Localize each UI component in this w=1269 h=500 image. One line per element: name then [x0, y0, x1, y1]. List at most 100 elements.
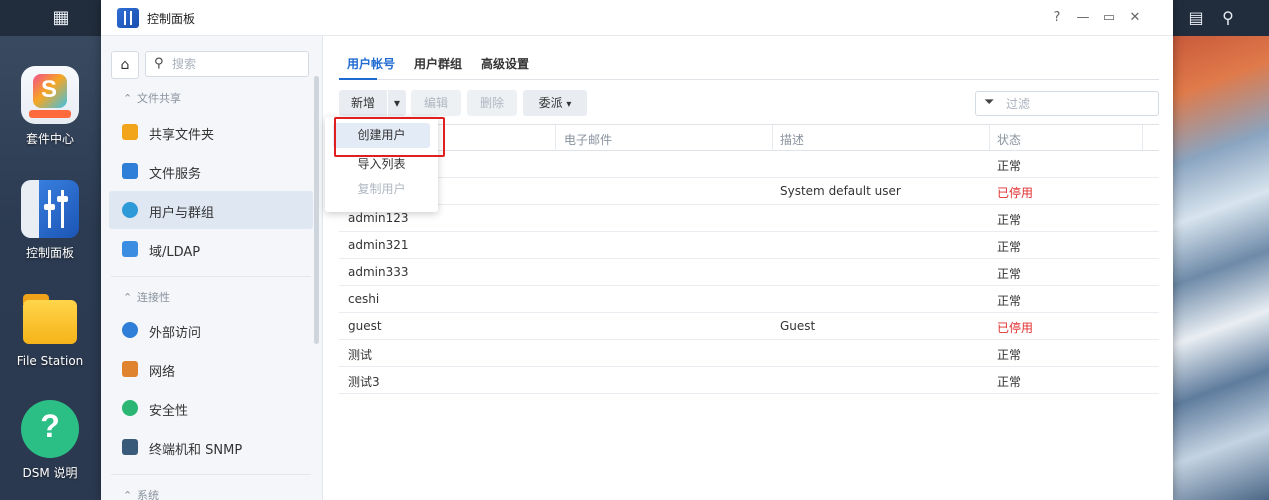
sidebar-item-security[interactable]: 安全性 [109, 389, 313, 427]
filter-field[interactable]: ⏷ [975, 91, 1159, 116]
delegate-button[interactable]: 委派 ▾ [523, 90, 587, 116]
table-row[interactable]: guest Guest 已停用 [339, 313, 1159, 340]
status-text: 已停用 [997, 186, 1034, 200]
window-titlebar[interactable]: 控制面板 ? — ▭ ✕ [101, 0, 1173, 36]
table-row[interactable]: admin333 正常 [339, 259, 1159, 286]
status-text: 正常 [997, 213, 1022, 227]
column-header-description[interactable]: 描述 [780, 131, 804, 148]
desktop-icon-label: 控制面板 [25, 246, 74, 260]
file-services-icon [122, 163, 138, 179]
security-shield-icon [122, 400, 138, 416]
user-table: 名称 电子邮件 描述 状态 正常 System default user 已停用 [339, 124, 1159, 394]
terminal-snmp-icon [122, 439, 138, 455]
table-row[interactable]: admin321 正常 [339, 232, 1159, 259]
desktop-icon-label: File Station [16, 354, 84, 368]
table-row[interactable]: 测试3 正常 [339, 367, 1159, 394]
sidebar-item-domain-ldap[interactable]: 域/LDAP [109, 230, 313, 268]
divider [111, 474, 311, 475]
menu-item-copy-user: 复制用户 [357, 182, 406, 196]
apps-grid-icon[interactable]: ▦ [48, 6, 74, 30]
table-row[interactable]: System default user 已停用 [339, 178, 1159, 205]
table-row[interactable]: 正常 [339, 151, 1159, 178]
table-row[interactable]: admin123 正常 [339, 205, 1159, 232]
desktop-icon-help[interactable]: ? DSM 说明 [0, 400, 100, 481]
filter-icon: ⏷ [984, 95, 995, 110]
section-header-connectivity[interactable]: ⌃ 连接性 [123, 289, 170, 305]
column-divider [989, 125, 990, 151]
status-text: 正常 [997, 240, 1022, 254]
status-text: 正常 [997, 294, 1022, 308]
column-divider [772, 125, 773, 151]
shared-folder-icon [122, 124, 138, 140]
help-button[interactable]: ? [1047, 8, 1067, 28]
help-icon: ? [21, 400, 79, 458]
section-header-system[interactable]: ⌃ 系统 [123, 487, 159, 500]
sidebar: ⌂ ⚲ ⌃文件共享 共享文件夹 文件服务 用户与群组 域/LDAP ⌃连接性 [101, 36, 323, 500]
column-divider [1142, 125, 1143, 151]
edit-button[interactable]: 编辑 [411, 90, 461, 116]
sidebar-item-label: 文件服务 [149, 167, 202, 182]
close-button[interactable]: ✕ [1125, 8, 1145, 28]
sidebar-scrollbar[interactable] [314, 76, 319, 344]
status-text: 正常 [997, 375, 1022, 389]
sidebar-item-label: 共享文件夹 [149, 128, 215, 143]
search-field[interactable]: ⚲ [145, 51, 309, 77]
create-button[interactable]: 新增 [339, 90, 387, 116]
tab-user-groups[interactable]: 用户群组 [414, 55, 462, 72]
desktop-icon-label: 套件中心 [25, 132, 74, 146]
desktop-icon-control-panel[interactable]: 控制面板 [0, 180, 100, 261]
sidebar-item-label: 用户与群组 [149, 206, 215, 221]
section-header-file-sharing[interactable]: ⌃ 文件共享 [123, 90, 181, 106]
desktop-icon-file-station[interactable]: File Station [0, 290, 100, 368]
status-text: 正常 [997, 348, 1022, 362]
annotation-highlight-box [334, 117, 445, 157]
chevron-up-icon: ⌃ [123, 489, 133, 500]
create-dropdown-button[interactable]: ▾ [388, 90, 406, 116]
status-text: 正常 [997, 267, 1022, 281]
delegate-button-label: 委派 [538, 96, 563, 110]
sidebar-item-label: 域/LDAP [149, 245, 201, 260]
control-panel-window: 控制面板 ? — ▭ ✕ ⌂ ⚲ ⌃文件共享 共享文件夹 文件服务 用户与群组 … [101, 0, 1173, 500]
package-center-icon: S [21, 66, 79, 124]
desktop-wallpaper [1173, 36, 1269, 500]
column-divider [555, 125, 556, 151]
chevron-down-icon: ▾ [566, 99, 572, 110]
chevron-down-icon: ▾ [393, 96, 401, 110]
search-icon[interactable]: ⚲ [1216, 6, 1240, 30]
sidebar-item-label: 终端机和 SNMP [149, 443, 243, 458]
filter-input[interactable] [1006, 96, 1146, 112]
main-panel: 用户帐号 用户群组 高级设置 新增 ▾ 编辑 删除 委派 ▾ ⏷ 名称 电子邮件… [323, 36, 1173, 500]
external-access-icon [122, 322, 138, 338]
widgets-icon[interactable]: ▤ [1184, 6, 1208, 30]
system-tray: ▤ ⚲ [1178, 0, 1269, 36]
home-icon[interactable]: ⌂ [111, 51, 139, 79]
tab-divider [339, 79, 1159, 80]
sidebar-item-terminal-snmp[interactable]: 终端机和 SNMP [109, 428, 313, 466]
desktop-icon-package-center[interactable]: S 套件中心 [0, 66, 100, 147]
network-icon [122, 361, 138, 377]
delete-button[interactable]: 删除 [467, 90, 517, 116]
sidebar-item-file-services[interactable]: 文件服务 [109, 152, 313, 190]
divider [111, 276, 311, 277]
table-row[interactable]: 测试 正常 [339, 340, 1159, 367]
sidebar-item-network[interactable]: 网络 [109, 350, 313, 388]
control-panel-icon [117, 8, 139, 28]
chevron-up-icon: ⌃ [123, 92, 133, 105]
column-header-status[interactable]: 状态 [997, 131, 1021, 148]
tab-advanced[interactable]: 高级设置 [481, 55, 529, 72]
table-row[interactable]: ceshi 正常 [339, 286, 1159, 313]
column-header-email[interactable]: 电子邮件 [564, 131, 612, 148]
search-input[interactable] [172, 56, 302, 72]
window-title: 控制面板 [147, 12, 196, 26]
folder-icon [21, 290, 79, 348]
chevron-up-icon: ⌃ [123, 291, 133, 304]
maximize-button[interactable]: ▭ [1099, 8, 1119, 28]
table-header: 名称 电子邮件 描述 状态 [339, 124, 1159, 151]
tab-user-accounts[interactable]: 用户帐号 [347, 55, 395, 72]
sidebar-item-external-access[interactable]: 外部访问 [109, 311, 313, 349]
sidebar-item-label: 外部访问 [149, 326, 202, 341]
status-text: 已停用 [997, 321, 1034, 335]
sidebar-item-users-groups[interactable]: 用户与群组 [109, 191, 313, 229]
minimize-button[interactable]: — [1073, 8, 1093, 28]
sidebar-item-shared-folder[interactable]: 共享文件夹 [109, 113, 313, 151]
